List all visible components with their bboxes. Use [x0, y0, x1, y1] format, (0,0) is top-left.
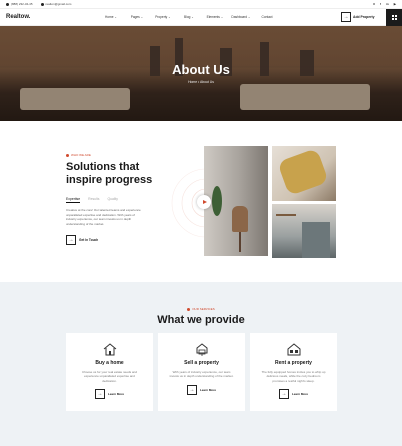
- nav-item-pages[interactable]: Pages ⌄: [124, 15, 150, 19]
- get-in-touch-label: Get In Touch: [79, 238, 99, 243]
- top-bar: (888) 232-34-45 realton@gmail.com X f in…: [0, 0, 402, 9]
- page-title: About Us: [172, 62, 230, 77]
- learn-more-label: Learn More: [199, 387, 217, 392]
- about-heading-line-2: inspire progress: [66, 174, 153, 186]
- youtube-icon[interactable]: ▶: [394, 2, 396, 6]
- section-tag-label: OUR SERVICES: [192, 307, 215, 311]
- service-card-text: The fully equipped homes invites you to …: [261, 370, 326, 383]
- service-card-text: Choose us for your real estate needs and…: [81, 370, 138, 383]
- service-card-title: Buy a home: [95, 360, 124, 366]
- arrow-right-icon: →: [66, 235, 76, 246]
- nav-item-property[interactable]: Property ⌄: [150, 15, 176, 19]
- tab-expertise[interactable]: Expertise: [66, 197, 81, 203]
- tab-quality[interactable]: Quality: [107, 197, 118, 203]
- facebook-icon[interactable]: f: [380, 2, 381, 6]
- service-card-sell: Sell a property With years of industry e…: [158, 333, 245, 411]
- add-property-label: Add Property: [353, 15, 375, 19]
- add-property-button[interactable]: → Add Property: [341, 12, 374, 22]
- learn-more-button[interactable]: → Learn More: [66, 389, 153, 400]
- interior-image-kitchen: [272, 204, 336, 258]
- service-card-buy: Buy a home Choose us for your real estat…: [66, 333, 153, 411]
- nav-item-dashboard[interactable]: Dashboard ⌄: [228, 15, 254, 19]
- play-video-button[interactable]: [197, 195, 211, 209]
- section-tag-label: WHO WE ARE: [71, 153, 91, 157]
- grid-icon: [391, 15, 397, 20]
- linkedin-icon[interactable]: in: [386, 2, 389, 6]
- dot-icon: [187, 307, 191, 311]
- learn-more-label: Learn More: [291, 392, 309, 397]
- x-icon[interactable]: X: [373, 2, 375, 6]
- nav-item-blog[interactable]: Blog ⌄: [176, 15, 202, 19]
- service-card-text: With years of industry experience, our t…: [169, 370, 234, 379]
- house-icon: [103, 343, 116, 356]
- menu-grid-button[interactable]: [386, 9, 402, 26]
- email-address: realton@gmail.com: [45, 2, 72, 6]
- learn-more-button[interactable]: → Learn More: [250, 389, 337, 400]
- service-card-rent: Rent a property The fully equipped homes…: [250, 333, 337, 411]
- about-heading: Solutions that inspire progress: [66, 161, 156, 187]
- services-tag-wrapper: OUR SERVICES: [0, 307, 402, 311]
- services-heading: What we provide: [157, 314, 245, 326]
- nav-item-home[interactable]: Home ⌄: [98, 15, 124, 19]
- email-info[interactable]: realton@gmail.com: [40, 2, 72, 6]
- about-section: WHO WE ARE Solutions that inspire progre…: [66, 153, 156, 246]
- about-heading-line-1: Solutions that: [66, 161, 140, 173]
- sell-house-icon: [196, 343, 207, 356]
- about-tabs: Expertise Results Quality: [66, 197, 156, 203]
- logo[interactable]: Realtow.: [6, 14, 30, 20]
- arrow-right-icon: →: [278, 389, 289, 400]
- services-section: OUR SERVICES What we provide Buy a home …: [0, 282, 402, 446]
- tab-results[interactable]: Results: [88, 197, 99, 203]
- play-icon: [202, 200, 207, 204]
- get-in-touch-button[interactable]: → Get In Touch: [66, 235, 156, 246]
- email-icon: [40, 2, 44, 6]
- interior-image-chair: [204, 146, 268, 256]
- nav-item-contact[interactable]: Contact: [254, 15, 280, 19]
- dot-icon: [66, 153, 69, 157]
- service-card-title: Rent a property: [275, 360, 312, 366]
- hero-banner: About Us Home • About Us: [0, 26, 402, 121]
- section-tag: OUR SERVICES: [187, 307, 215, 311]
- nav-item-elements[interactable]: Elements ⌄: [202, 15, 228, 19]
- rent-house-icon: [287, 343, 300, 356]
- menu: Home ⌄ Pages ⌄ Property ⌄ Blog ⌄ Element…: [98, 15, 280, 19]
- phone-number: (888) 232-34-45: [11, 2, 33, 6]
- arrow-right-icon: →: [94, 389, 105, 400]
- phone-info[interactable]: (888) 232-34-45: [6, 2, 33, 6]
- phone-icon: [6, 2, 9, 6]
- service-card-title: Sell a property: [184, 360, 219, 366]
- social-links: X f in ▶: [373, 2, 396, 6]
- about-paragraph: Creative at the core! Our talented teams…: [66, 208, 141, 226]
- section-tag: WHO WE ARE: [66, 153, 156, 157]
- interior-image-bed: [272, 146, 336, 201]
- learn-more-button[interactable]: → Learn More: [158, 384, 245, 395]
- arrow-right-icon: →: [341, 12, 351, 22]
- arrow-right-icon: →: [186, 384, 197, 395]
- main-navigation: Realtow. Home ⌄ Pages ⌄ Property ⌄ Blog …: [0, 9, 402, 26]
- learn-more-label: Learn More: [107, 392, 125, 397]
- breadcrumb[interactable]: Home • About Us: [0, 80, 402, 84]
